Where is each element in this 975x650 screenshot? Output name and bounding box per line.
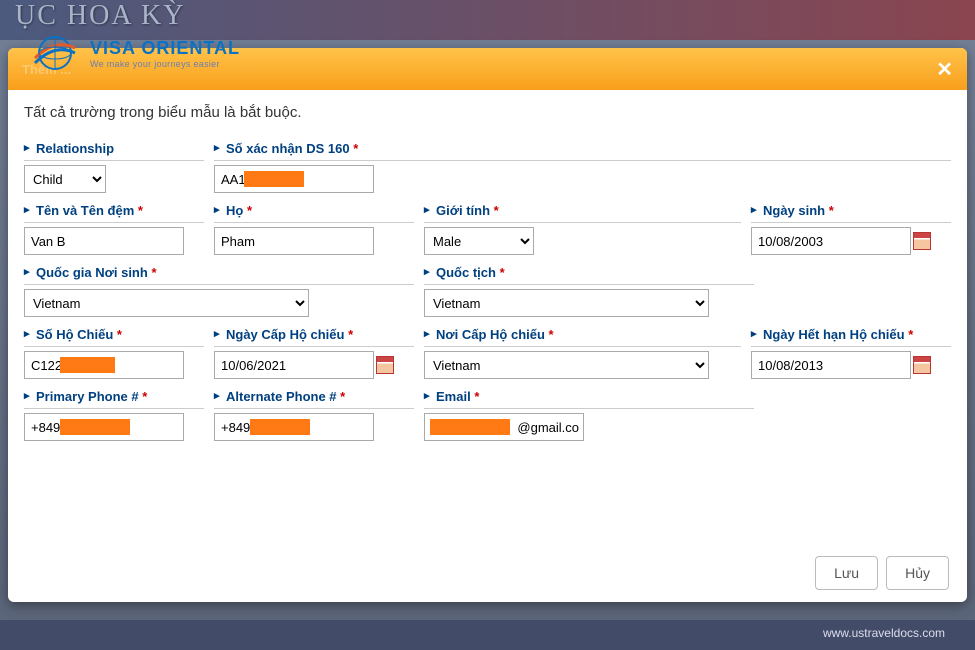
- passport-place-select[interactable]: Vietnam: [424, 351, 709, 379]
- save-button[interactable]: Lưu: [815, 556, 878, 590]
- redaction-overlay: [60, 357, 115, 373]
- logo-watermark: VISA ORIENTAL We make your journeys easi…: [30, 28, 240, 78]
- label-alt-phone: Alternate Phone # *: [214, 385, 414, 409]
- redaction-overlay: [430, 419, 510, 435]
- first-middle-input[interactable]: [24, 227, 184, 255]
- label-passport-expiry: Ngày Hết hạn Hộ chiếu *: [751, 323, 951, 347]
- label-relationship: Relationship: [24, 137, 204, 161]
- calendar-icon[interactable]: [913, 356, 931, 374]
- redaction-overlay: [244, 171, 304, 187]
- cancel-button[interactable]: Hủy: [886, 556, 949, 590]
- redaction-overlay: [250, 419, 310, 435]
- label-passport-place: Nơi Cấp Hộ chiếu *: [424, 323, 741, 347]
- gender-select[interactable]: Male: [424, 227, 534, 255]
- label-gender: Giới tính *: [424, 199, 741, 223]
- calendar-icon[interactable]: [376, 356, 394, 374]
- label-primary-phone: Primary Phone # *: [24, 385, 204, 409]
- label-last: Họ *: [214, 199, 414, 223]
- label-passport-issue: Ngày Cấp Hộ chiếu *: [214, 323, 414, 347]
- form-modal: Thêm ... ✕ Tất cả trường trong biểu mẫu …: [8, 48, 967, 602]
- last-name-input[interactable]: [214, 227, 374, 255]
- close-icon[interactable]: ✕: [936, 57, 953, 82]
- dob-input[interactable]: [751, 227, 911, 255]
- form-required-note: Tất cả trường trong biểu mẫu là bắt buộc…: [24, 104, 951, 121]
- globe-swoosh-icon: [30, 28, 80, 78]
- modal-footer: Lưu Hủy: [8, 544, 967, 602]
- label-dob: Ngày sinh *: [751, 199, 951, 223]
- modal-body: Tất cả trường trong biểu mẫu là bắt buộc…: [8, 90, 967, 544]
- label-nationality: Quốc tịch *: [424, 261, 754, 285]
- logo-main-text: VISA ORIENTAL: [90, 38, 240, 59]
- label-birth-country: Quốc gia Nơi sinh *: [24, 261, 414, 285]
- passport-issue-input[interactable]: [214, 351, 374, 379]
- birth-country-select[interactable]: Vietnam: [24, 289, 309, 317]
- label-first-middle: Tên và Tên đệm *: [24, 199, 204, 223]
- calendar-icon[interactable]: [913, 232, 931, 250]
- label-email: Email *: [424, 385, 754, 409]
- passport-expiry-input[interactable]: [751, 351, 911, 379]
- background-footer: www.ustraveldocs.com: [0, 620, 975, 650]
- logo-sub-text: We make your journeys easier: [90, 59, 240, 69]
- relationship-select[interactable]: Child: [24, 165, 106, 193]
- label-ds160: Số xác nhận DS 160 *: [214, 137, 951, 161]
- redaction-overlay: [60, 419, 130, 435]
- nationality-select[interactable]: Vietnam: [424, 289, 709, 317]
- label-passport-no: Số Hộ Chiếu *: [24, 323, 204, 347]
